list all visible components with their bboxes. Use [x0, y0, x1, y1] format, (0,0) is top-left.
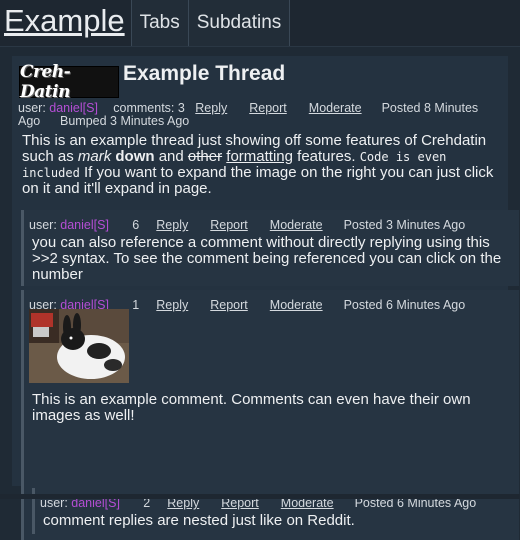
- report-link[interactable]: Report: [210, 218, 248, 232]
- posted-time-suffix: Ago: [18, 113, 41, 128]
- posted-time: Posted 3 Minutes Ago: [343, 218, 466, 232]
- comment-body: you can also reference a comment without…: [32, 234, 502, 283]
- comment-author[interactable]: daniel[S]: [60, 218, 132, 232]
- user-label: user:: [29, 218, 57, 232]
- italic-text: mark: [77, 148, 112, 165]
- thread-body: This is an example thread just showing o…: [22, 133, 502, 197]
- comment-6: user: daniel[S] 6 Reply Report Moderate …: [21, 210, 519, 286]
- posted-time: Posted 6 Minutes Ago: [343, 298, 466, 312]
- tab-tabs[interactable]: Tabs: [131, 0, 189, 46]
- footer-divider: [0, 494, 520, 499]
- thread-meta: user: daniel[S] comments: 3 Reply Report…: [18, 102, 508, 127]
- comment-number[interactable]: 1: [132, 298, 156, 312]
- user-label: user:: [18, 101, 46, 115]
- moderate-link[interactable]: Moderate: [270, 298, 323, 312]
- bold-text: down: [115, 148, 155, 165]
- comment-count: comments: 3: [113, 101, 185, 115]
- thread-title: Example Thread: [123, 62, 286, 85]
- moderate-link[interactable]: Moderate: [309, 102, 362, 115]
- reply-link[interactable]: Reply: [195, 102, 227, 115]
- comment-1: user: daniel[S] 1 Reply Report Moderate …: [21, 290, 519, 540]
- report-link[interactable]: Report: [210, 298, 248, 312]
- comment-number[interactable]: 6: [132, 218, 156, 232]
- comment-image[interactable]: [29, 309, 129, 383]
- comment-body: This is an example comment. Comments can…: [32, 391, 471, 424]
- posted-time: Posted 8 Minutes: [381, 101, 479, 115]
- top-nav: Example Tabs Subdatins: [0, 0, 520, 47]
- tab-subdatins[interactable]: Subdatins: [188, 0, 291, 46]
- thread-image[interactable]: Creh-Datin: [19, 62, 119, 102]
- underline-text: formatting: [226, 148, 293, 165]
- strikethrough-text: other: [187, 148, 223, 165]
- body-text: features.: [293, 148, 360, 165]
- report-link[interactable]: Report: [249, 102, 287, 115]
- comment-body: comment replies are nested just like on …: [43, 512, 355, 529]
- thread-author[interactable]: daniel[S]: [49, 102, 113, 115]
- reply-link[interactable]: Reply: [156, 218, 188, 232]
- reply-link[interactable]: Reply: [156, 298, 188, 312]
- site-brand-link[interactable]: Example: [0, 0, 132, 46]
- body-text: If you want to expand the image on the r…: [22, 164, 494, 197]
- body-text: and: [154, 148, 188, 165]
- thread-container: Creh-Datin Example Thread user: daniel[S…: [12, 56, 519, 540]
- comment-meta: user: daniel[S] 6 Reply Report Moderate …: [29, 218, 465, 232]
- bumped-time: Bumped 3 Minutes Ago: [60, 113, 190, 128]
- thread-header: Creh-Datin Example Thread: [19, 62, 285, 102]
- moderate-link[interactable]: Moderate: [270, 218, 323, 232]
